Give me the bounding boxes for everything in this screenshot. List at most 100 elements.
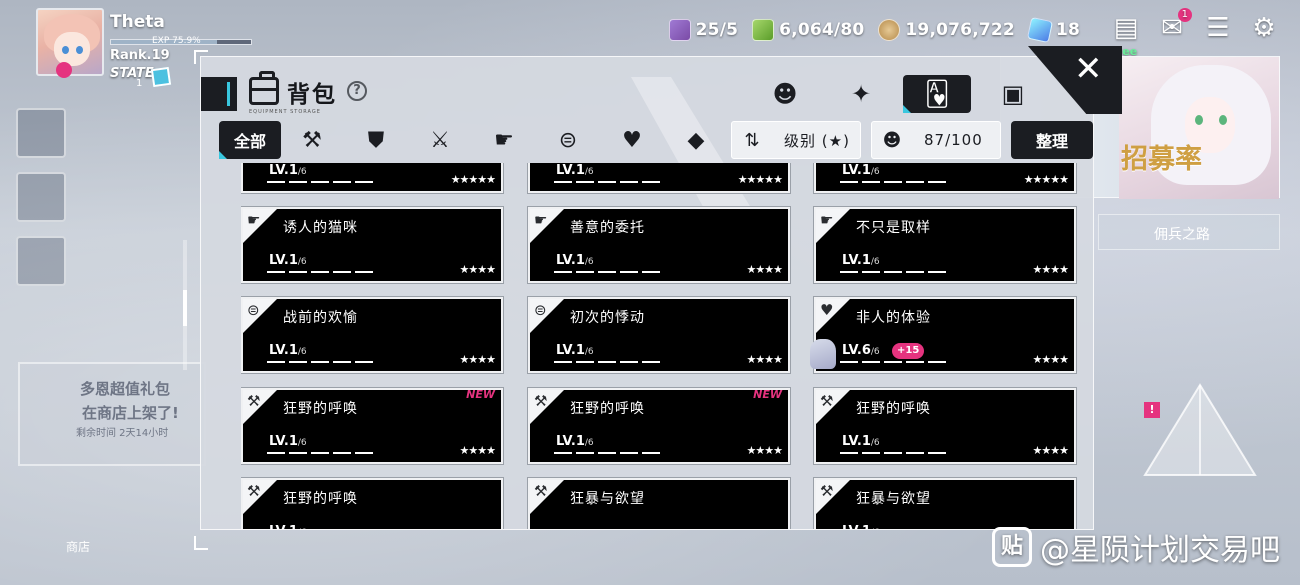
item-card[interactable]: ♥ 非人的体验 LV.6/6 +15 ★★★★ — [810, 297, 1076, 373]
resource-coin[interactable]: 19,076,722 — [878, 19, 1015, 41]
shop-bag-icon[interactable]: ▤ Free — [1110, 12, 1142, 58]
item-card[interactable]: ⚒ 狂野的呼唤 LV.1/6 — [241, 478, 503, 529]
card-name: 狂野的呼唤 — [570, 401, 645, 417]
side-scroll-track[interactable] — [183, 240, 187, 370]
item-card[interactable]: ⊜ 初次的悸动 LV.1/6 ★★★★ — [528, 297, 790, 373]
card-grid[interactable]: LV.1/6 ★★★★★ LV.1/6 ★★★★★ LV.1/6 ★★★★★ ☛ 诱人的猫咪 L… — [241, 163, 1081, 529]
card-type-glyph: ⊜ — [534, 301, 547, 319]
item-card[interactable]: ☛ 不只是取样 LV.1/6 ★★★★ — [814, 207, 1076, 283]
resource-value: 25/5 — [695, 20, 739, 40]
item-card[interactable]: LV.1/6 ★★★★★ — [528, 163, 790, 193]
tab-gear[interactable]: ✦ — [827, 75, 895, 113]
close-button[interactable]: ✕ — [1028, 46, 1122, 114]
equipped-character-avatar — [810, 339, 836, 369]
globe-icon[interactable]: ⊜ — [551, 124, 585, 158]
level-bars — [554, 271, 660, 273]
item-card[interactable]: ⚒ 狂暴与欲望 LV.1/6 — [814, 478, 1076, 529]
shop-icon[interactable] — [56, 470, 106, 530]
item-card[interactable]: ⚒ 狂暴与欲望 — [528, 478, 790, 529]
axe-icon: ⚒ — [530, 390, 564, 424]
card-type-glyph: ☛ — [247, 211, 261, 229]
sort-label: 级别 (★) — [784, 131, 850, 150]
state-book-icon[interactable] — [150, 66, 172, 88]
sort-button[interactable]: ⇅ 级别 (★) — [731, 121, 861, 159]
card-type-glyph: ⚒ — [820, 392, 834, 410]
filter-all-button[interactable]: 全部 — [219, 121, 281, 159]
level-max: /6 — [870, 347, 880, 357]
item-card[interactable]: ⚒ 狂野的呼唤 NEW LV.1/6 ★★★★ — [241, 388, 503, 464]
card-name: 狂野的呼唤 — [283, 491, 358, 507]
level-bars — [840, 181, 946, 183]
banner-character — [1119, 57, 1279, 199]
gun-icon: ☛ — [243, 209, 277, 243]
close-icon: ✕ — [1074, 49, 1103, 89]
character-icon: ☻ — [772, 80, 798, 108]
item-card[interactable]: ⊜ 战前的欢愉 LV.1/6 ★★★★ — [241, 297, 503, 373]
mail-badge: 1 — [1177, 8, 1192, 22]
avatar-eye — [62, 46, 69, 54]
level-bars — [840, 271, 946, 273]
task-icon[interactable] — [16, 172, 66, 222]
card-name: 狂野的呼唤 — [283, 401, 358, 417]
settings-icon[interactable]: ⚙ — [1248, 12, 1280, 44]
level-value: LV.1 — [269, 434, 298, 449]
item-card[interactable]: LV.1/6 ★★★★★ — [241, 163, 503, 193]
resource-crystal[interactable]: 18 — [1026, 16, 1080, 44]
card-name: 非人的体验 — [856, 310, 931, 326]
resource-ticket[interactable]: 25/5 — [668, 19, 739, 41]
gear-piece-icon: ✦ — [850, 80, 872, 108]
rarity-stars: ★★★★ — [459, 444, 496, 457]
heartbeat-icon[interactable]: ♥ — [615, 124, 649, 158]
item-card[interactable]: ⚒ 狂野的呼唤 NEW LV.1/6 ★★★★ — [528, 388, 790, 464]
capacity-label: 87/100 — [924, 131, 983, 149]
gun-icon[interactable]: ☛ — [487, 124, 521, 158]
resource-battery[interactable]: 6,064/80 — [752, 19, 864, 41]
level-value: LV.1 — [842, 253, 871, 268]
watermark: 贴 @星陨计划交易吧 — [992, 525, 1280, 569]
item-card[interactable]: LV.1/6 ★★★★★ — [814, 163, 1076, 193]
card-level: LV.1/6 — [842, 253, 880, 268]
tab-cards[interactable]: 🂱 — [903, 75, 971, 113]
card-level: LV.1/6 — [556, 434, 594, 449]
help-icon[interactable]: ? — [347, 81, 367, 101]
item-card[interactable]: ☛ 诱人的猫咪 LV.1/6 ★★★★ — [241, 207, 503, 283]
item-card[interactable]: ⚒ 狂野的呼唤 LV.1/6 ★★★★ — [814, 388, 1076, 464]
chat-icon[interactable]: ☰ — [1202, 12, 1234, 44]
road-label: 佣兵之路 — [1154, 227, 1210, 243]
arrange-button[interactable]: 整理 — [1011, 121, 1093, 159]
promo-banner[interactable]: 多恩超值礼包 在商店上架了! 剩余时间 2天14小时 — [18, 362, 206, 466]
blade-icon[interactable]: ⚔ — [423, 124, 457, 158]
prism-icon[interactable] — [1140, 380, 1260, 490]
level-max: /6 — [297, 347, 307, 357]
mail-icon[interactable]: ✉ 1 — [1156, 8, 1192, 44]
side-scroll-thumb[interactable] — [183, 290, 187, 326]
banner-eye — [1195, 115, 1203, 125]
rarity-stars: ★★★★ — [746, 353, 783, 366]
title-accent — [201, 77, 237, 111]
resource-value: 18 — [1055, 20, 1080, 40]
card-name: 狂暴与欲望 — [570, 491, 645, 507]
level-value: LV.1 — [556, 253, 585, 268]
frame-corner — [194, 536, 208, 550]
news-icon[interactable] — [16, 108, 66, 158]
card-type-glyph: ⚒ — [534, 392, 548, 410]
tab-character[interactable]: ☻ — [751, 75, 819, 113]
level-value: LV.1 — [269, 163, 298, 178]
card-level: LV.1/6 — [269, 434, 307, 449]
bag-title: 背包 — [287, 82, 337, 108]
rarity-stars: ★★★★★ — [737, 173, 783, 186]
card-level: LV.1/6 — [842, 524, 880, 529]
capacity-display[interactable]: ☻ 87/100 — [871, 121, 1001, 159]
level-max: /6 — [584, 167, 594, 177]
rarity-stars: ★★★★★ — [1023, 173, 1069, 186]
shield-icon[interactable]: ⛊ — [359, 124, 393, 158]
coin-icon — [878, 19, 901, 41]
level-max: /6 — [297, 257, 307, 267]
item-card[interactable]: ☛ 善意的委托 LV.1/6 ★★★★ — [528, 207, 790, 283]
chip-icon[interactable]: ◆ — [679, 124, 713, 158]
diamond-icon[interactable] — [16, 236, 66, 286]
axe-icon[interactable]: ⚒ — [295, 124, 329, 158]
tieba-logo-icon: 贴 — [992, 527, 1032, 567]
new-badge: NEW — [466, 388, 495, 401]
level-bars — [554, 452, 660, 454]
